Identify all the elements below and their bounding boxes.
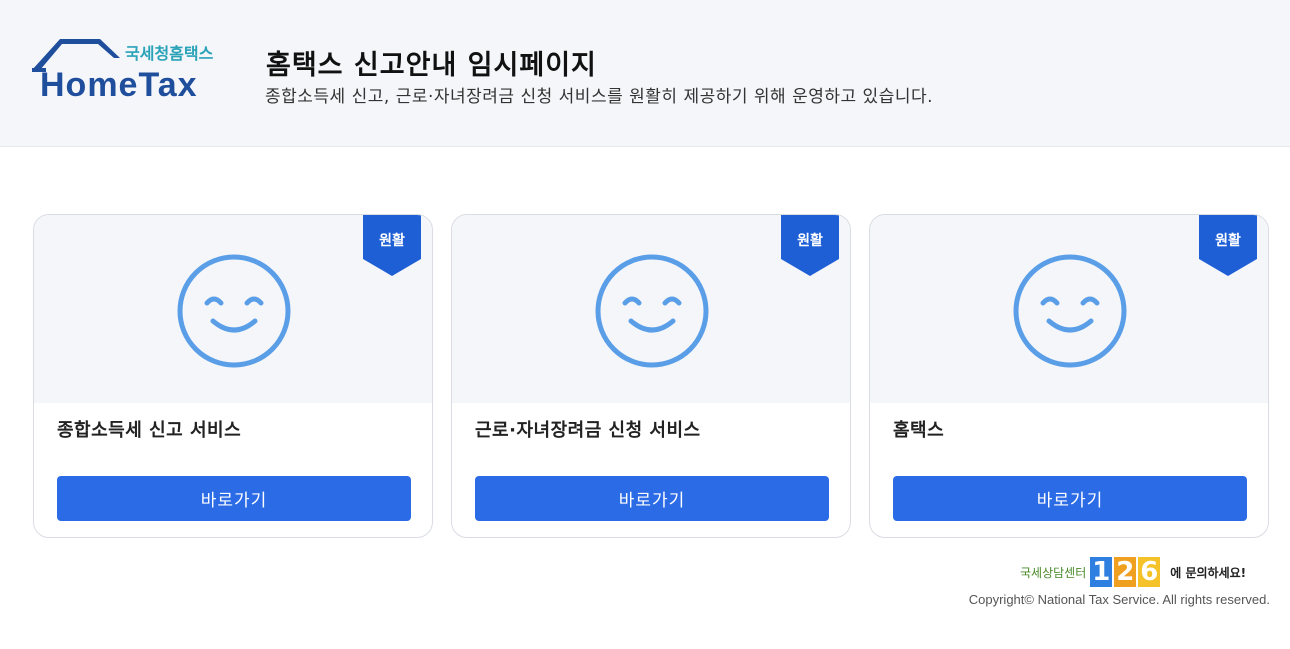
page-title: 홈택스 신고안내 임시페이지 — [266, 50, 597, 81]
go-button[interactable]: 바로가기 — [475, 476, 829, 521]
service-card-income-tax: 원활 종합소득세 신고 서비스 바로가기 — [33, 214, 433, 538]
callcenter-digit: 2 — [1114, 557, 1137, 587]
callcenter-ask: 에 문의하세요! — [1170, 565, 1247, 580]
status-badge: 원활 — [363, 215, 421, 276]
callcenter-banner: 국세상담센터 1 2 6 에 문의하세요! — [1020, 556, 1246, 588]
status-badge: 원활 — [1199, 215, 1257, 276]
status-badge-label: 원활 — [797, 233, 823, 249]
service-card-earned-income-credit: 원활 근로·자녀장려금 신청 서비스 바로가기 — [451, 214, 851, 538]
service-card-hometax: 원활 홈택스 바로가기 — [869, 214, 1269, 538]
status-badge-label: 원활 — [1215, 233, 1241, 249]
card-title: 근로·자녀장려금 신청 서비스 — [475, 420, 701, 441]
go-button[interactable]: 바로가기 — [893, 476, 1247, 521]
svg-text:HomeTax: HomeTax — [40, 66, 198, 100]
callcenter-digit: 1 — [1090, 557, 1113, 587]
card-visual: 원활 — [870, 215, 1268, 403]
hometax-logo[interactable]: 국세청홈택스 HomeTax — [30, 36, 225, 100]
card-title: 종합소득세 신고 서비스 — [57, 420, 242, 441]
go-button[interactable]: 바로가기 — [57, 476, 411, 521]
callcenter-label: 국세상담센터 — [1020, 565, 1087, 580]
smiley-face-icon — [595, 254, 709, 368]
svg-text:국세청홈택스: 국세청홈택스 — [125, 44, 214, 63]
copyright: Copyright© National Tax Service. All rig… — [968, 592, 1270, 607]
card-visual: 원활 — [452, 215, 850, 403]
card-title: 홈택스 — [893, 420, 945, 441]
card-visual: 원활 — [34, 215, 432, 403]
smiley-face-icon — [177, 254, 291, 368]
status-badge: 원활 — [781, 215, 839, 276]
callcenter-digit: 6 — [1138, 557, 1161, 587]
page-subtitle: 종합소득세 신고, 근로·자녀장려금 신청 서비스를 원활히 제공하기 위해 운… — [265, 87, 934, 107]
smiley-face-icon — [1013, 254, 1127, 368]
status-badge-label: 원활 — [379, 233, 405, 249]
page-header: 국세청홈택스 HomeTax 홈택스 신고안내 임시페이지 종합소득세 신고, … — [0, 0, 1290, 147]
